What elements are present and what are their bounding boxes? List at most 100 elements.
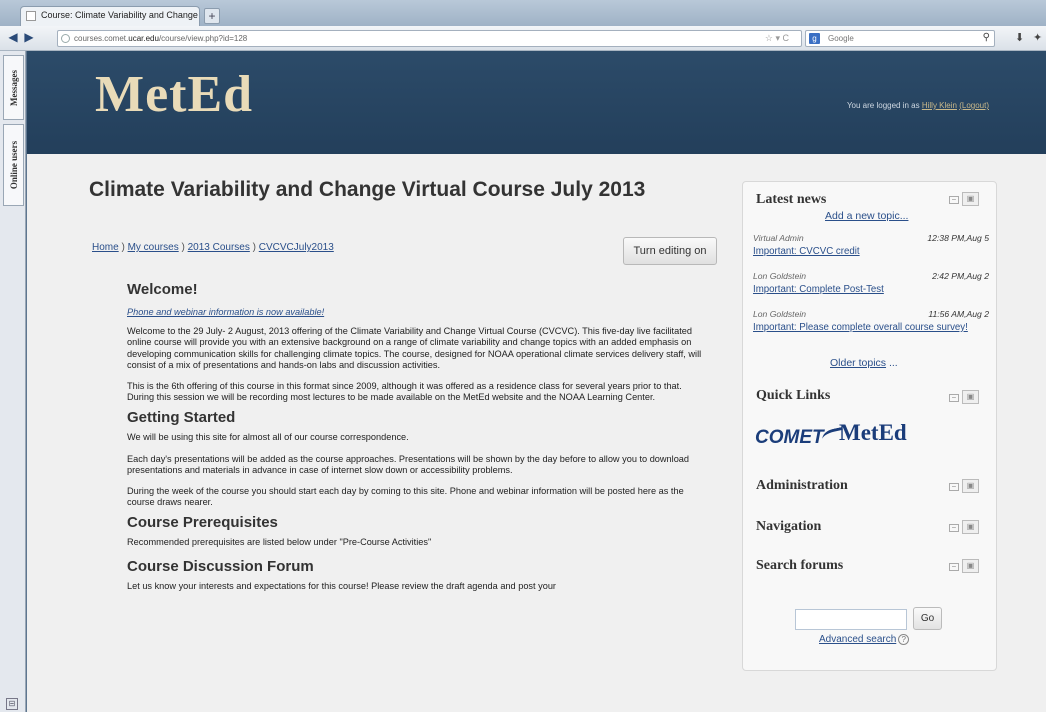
older-topics-link[interactable]: Older topics <box>830 357 886 369</box>
forum-search-go-button[interactable]: Go <box>913 607 942 630</box>
phone-webinar-link[interactable]: Phone and webinar information is now ava… <box>127 307 324 317</box>
page-title: Climate Variability and Change Virtual C… <box>89 178 646 201</box>
google-icon[interactable]: g <box>809 33 820 44</box>
dock-icon[interactable]: ▣ <box>962 390 979 404</box>
minus-icon[interactable]: – <box>949 483 959 491</box>
browser-search-field[interactable]: g Google ⚲ <box>805 30 995 47</box>
daily-start-paragraph: During the week of the course you should… <box>127 486 684 508</box>
browser-tab[interactable]: Course: Climate Variability and Change .… <box>20 6 200 26</box>
block-region: Latest news – ▣ Add a new topic... Virtu… <box>742 181 997 671</box>
tab-title: Course: Climate Variability and Change .… <box>41 10 200 20</box>
online-users-tab[interactable]: Online users <box>3 124 24 206</box>
messages-tab-label: Messages <box>8 69 19 106</box>
news-item: Lon Goldstein 11:56 AM,Aug 2 Important: P… <box>753 309 989 334</box>
dock-icon[interactable]: ▣ <box>962 520 979 534</box>
news-date: 11:56 AM,Aug 2 <box>928 309 989 319</box>
browser-tab-bar: Course: Climate Variability and Change .… <box>0 0 1046 26</box>
advanced-search-link[interactable]: Advanced search <box>819 634 896 645</box>
news-item: Lon Goldstein 2:42 PM,Aug 2 Important: Co… <box>753 271 989 296</box>
search-icon[interactable]: ⚲ <box>983 32 990 43</box>
page: MetEd You are logged in as Hilly Klein (… <box>27 51 1046 712</box>
navigation-controls: – ▣ <box>949 520 985 534</box>
download-icon[interactable]: ⬇ <box>1015 31 1024 44</box>
page-favicon-icon <box>26 11 36 21</box>
forward-arrow-icon[interactable]: ▶ <box>22 31 36 45</box>
browser-nav-bar: ◀ ▶ courses.comet.ucar.edu/course/view.p… <box>0 26 1046 51</box>
comet-logo-link[interactable]: COMET <box>755 426 845 449</box>
search-forums-title: Search forums <box>756 558 844 573</box>
add-topic-link[interactable]: Add a new topic... <box>825 210 908 222</box>
welcome-paragraph: Welcome to the 29 July- 2 August, 2013 o… <box>127 326 702 370</box>
dock-icon[interactable]: ▣ <box>962 559 979 573</box>
news-date: 12:38 PM,Aug 5 <box>927 233 989 243</box>
new-tab-button[interactable]: + <box>204 8 220 24</box>
getting-started-heading: Getting Started <box>127 409 236 427</box>
comet-logo-text: COMET <box>755 427 824 448</box>
presentations-paragraph: Each day's presentations will be added a… <box>127 453 690 475</box>
discussion-forum-paragraph: Let us know your interests and expectati… <box>127 580 556 591</box>
breadcrumb-home[interactable]: Home <box>92 242 119 253</box>
site-identity-icon[interactable] <box>61 34 70 43</box>
user-profile-link[interactable]: Hilly Klein <box>922 101 957 110</box>
news-subject-link[interactable]: Important: Complete Post-Test <box>753 283 989 296</box>
url-path: /course/view.php?id=128 <box>158 34 248 43</box>
welcome-heading: Welcome! <box>127 281 198 298</box>
meted-logo[interactable]: MetEd <box>95 65 253 124</box>
url-host: ucar.edu <box>128 34 159 43</box>
breadcrumb-2013-courses[interactable]: 2013 Courses <box>188 242 250 253</box>
search-forums-controls: – ▣ <box>949 559 985 573</box>
breadcrumb-separator: ) <box>118 242 128 253</box>
quick-links-controls: – ▣ <box>949 390 985 404</box>
minus-icon[interactable]: – <box>949 394 959 402</box>
breadcrumb-separator: ) <box>249 242 259 253</box>
news-subject-link[interactable]: Important: CVCVC credit <box>753 245 989 258</box>
url-prefix: courses.comet. <box>74 34 129 43</box>
quick-links-title: Quick Links <box>756 388 831 403</box>
administration-title[interactable]: Administration <box>756 478 848 494</box>
news-author: Lon Goldstein <box>753 309 807 319</box>
dock-expand-icon[interactable]: ⊟ <box>6 698 18 710</box>
administration-controls: – ▣ <box>949 479 985 493</box>
login-text: You are logged in as <box>846 101 920 110</box>
news-date: 2:42 PM,Aug 2 <box>932 271 989 281</box>
breadcrumb-course[interactable]: CVCVCJuly2013 <box>259 242 334 253</box>
toolbar-overflow-icon[interactable]: ✦ <box>1033 31 1042 44</box>
older-topics: Older topics ... <box>830 357 898 369</box>
news-subject-link[interactable]: Important: Please complete overall cours… <box>753 321 989 334</box>
correspondence-paragraph: We will be using this site for almost al… <box>127 432 409 443</box>
reload-icon[interactable]: ☆ ▾ C <box>765 33 789 44</box>
search-engine-label: Google <box>828 34 854 43</box>
meted-logo-link[interactable]: MetEd <box>839 420 907 446</box>
prerequisites-paragraph: Recommended prerequisites are listed bel… <box>127 537 432 548</box>
navigation-title[interactable]: Navigation <box>756 519 821 535</box>
breadcrumb: Home ) My courses ) 2013 Courses ) CVCVC… <box>92 242 334 253</box>
online-users-tab-label: Online users <box>8 140 19 190</box>
advanced-search: Advanced search? <box>819 634 910 645</box>
prerequisites-heading: Course Prerequisites <box>127 514 278 532</box>
discussion-forum-heading: Course Discussion Forum <box>127 557 314 575</box>
offering-paragraph: This is the 6th offering of this course … <box>127 381 682 403</box>
news-author: Lon Goldstein <box>753 271 807 281</box>
minus-icon[interactable]: – <box>949 196 959 204</box>
latest-news-controls: – ▣ <box>949 192 985 206</box>
turn-editing-on-button[interactable]: Turn editing on <box>623 237 717 265</box>
logout-link[interactable]: (Logout) <box>959 101 989 110</box>
news-author: Virtual Admin <box>753 233 804 243</box>
back-arrow-icon[interactable]: ◀ <box>6 31 20 45</box>
side-strip: Messages Online users ⊟ <box>0 51 26 712</box>
minus-icon[interactable]: – <box>949 524 959 532</box>
main-region: Climate Variability and Change Virtual C… <box>27 154 1046 712</box>
forum-search-input[interactable] <box>795 609 907 630</box>
url-bar[interactable]: courses.comet.ucar.edu/course/view.php?i… <box>57 30 802 47</box>
breadcrumb-my-courses[interactable]: My courses <box>128 242 179 253</box>
minus-icon[interactable]: – <box>949 563 959 571</box>
messages-tab[interactable]: Messages <box>3 55 24 120</box>
latest-news-title: Latest news <box>756 192 827 207</box>
dock-icon[interactable]: ▣ <box>962 192 979 206</box>
help-question-icon[interactable]: ? <box>898 634 910 645</box>
older-topics-ellipsis: ... <box>886 357 898 369</box>
site-header: MetEd You are logged in as Hilly Klein (… <box>27 51 1046 154</box>
login-info: You are logged in as Hilly Klein (Logout… <box>847 101 989 110</box>
news-item: Virtual Admin 12:38 PM,Aug 5 Important: C… <box>753 233 989 258</box>
dock-icon[interactable]: ▣ <box>962 479 979 493</box>
